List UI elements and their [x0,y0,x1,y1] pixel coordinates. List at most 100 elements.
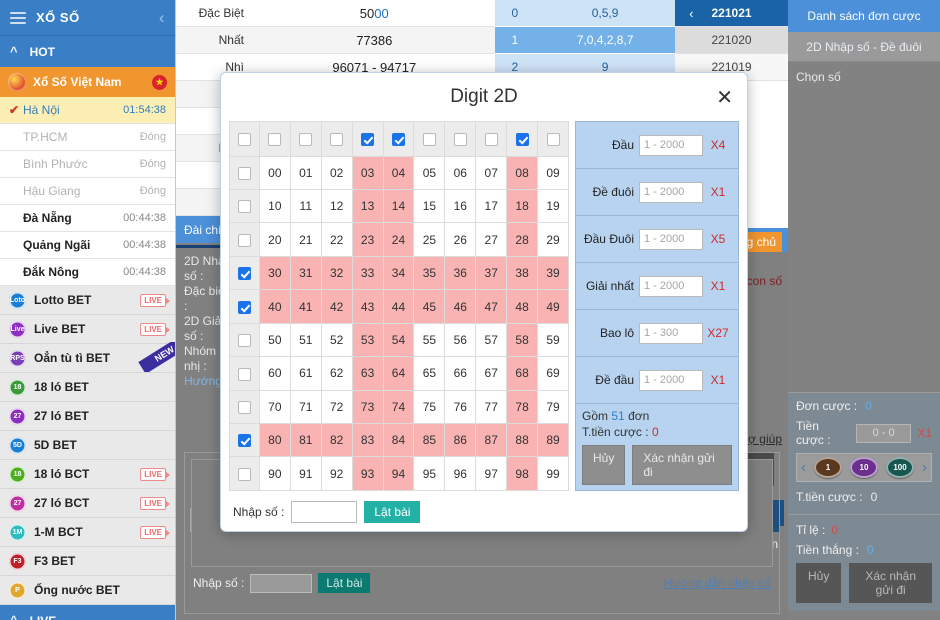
grid-cell-15[interactable]: 15 [413,188,446,224]
grid-cell-36[interactable]: 36 [444,255,477,291]
grid-column-checkbox-7[interactable] [475,121,508,157]
checkbox-icon[interactable] [237,434,251,448]
grid-cell-43[interactable]: 43 [351,289,384,324]
sidebar-bet-10[interactable]: P Ống nước BET [0,576,175,605]
grid-column-checkbox-6[interactable] [444,121,477,157]
grid-cell-93[interactable]: 93 [351,456,384,491]
grid-cell-87[interactable]: 87 [475,423,508,458]
grid-cell-07[interactable]: 07 [475,155,508,190]
sidebar-region-5[interactable]: Quảng Ngãi 00:44:38 [0,232,175,259]
grid-cell-29[interactable]: 29 [537,222,569,257]
grid-cell-41[interactable]: 41 [289,289,322,324]
grid-cell-73[interactable]: 73 [351,389,384,425]
sidebar-region-4[interactable]: Đà Nẵng 00:44:38 [0,205,175,232]
grid-cell-97[interactable]: 97 [475,456,508,491]
grid-cell-84[interactable]: 84 [382,423,415,458]
grid-cell-30[interactable]: 30 [258,255,291,291]
grid-cell-04[interactable]: 04 [382,155,415,190]
grid-cell-08[interactable]: 08 [506,155,539,190]
checkbox-icon[interactable] [237,467,251,481]
grid-column-checkbox-8[interactable] [506,121,539,157]
checkbox-icon[interactable] [422,132,436,146]
grid-row-checkbox-1[interactable] [229,188,260,224]
grid-cell-58[interactable]: 58 [506,322,539,358]
sidebar-region-0[interactable]: ✔ Hà Nội 01:54:38 [0,97,175,124]
grid-cell-65[interactable]: 65 [413,356,446,391]
checkbox-icon[interactable] [237,334,251,348]
grid-cell-94[interactable]: 94 [382,456,415,491]
grid-corner-checkbox[interactable] [229,121,260,157]
grid-cell-05[interactable]: 05 [413,155,446,190]
grid-cell-91[interactable]: 91 [289,456,322,491]
grid-column-checkbox-5[interactable] [413,121,446,157]
grid-cell-53[interactable]: 53 [351,322,384,358]
grid-cell-35[interactable]: 35 [413,255,446,291]
grid-cell-81[interactable]: 81 [289,423,322,458]
bg-lat-bai-button[interactable]: Lật bài [318,573,371,593]
grid-cell-02[interactable]: 02 [320,155,353,190]
checkbox-icon[interactable] [515,132,529,146]
grid-column-checkbox-2[interactable] [320,121,353,157]
grid-cell-23[interactable]: 23 [351,222,384,257]
close-icon[interactable]: ✕ [716,85,733,110]
grid-cell-11[interactable]: 11 [289,188,322,224]
grid-cell-62[interactable]: 62 [320,356,353,391]
sidebar-bet-3[interactable]: 18 18 ló BET [0,373,175,402]
grid-cell-74[interactable]: 74 [382,389,415,425]
chevron-left-icon[interactable]: ‹ [159,8,165,28]
sidebar-bet-7[interactable]: 27 27 ló BCT LIVE [0,489,175,518]
checkbox-icon[interactable] [237,300,251,314]
sidebar-group-vietnam-lottery[interactable]: Xổ Số Việt Nam ★ [0,67,175,97]
grid-cell-32[interactable]: 32 [320,255,353,291]
grid-cell-03[interactable]: 03 [351,155,384,190]
cancel-button[interactable]: Hủy [796,563,842,603]
bet-type-input[interactable]: 1 - 2000 [639,181,703,203]
grid-cell-45[interactable]: 45 [413,289,446,324]
grid-cell-98[interactable]: 98 [506,456,539,491]
grid-row-checkbox-7[interactable] [229,389,260,425]
grid-row-checkbox-4[interactable] [229,289,260,324]
grid-row-checkbox-2[interactable] [229,222,260,257]
grid-cell-20[interactable]: 20 [258,222,291,257]
chip-100[interactable]: 100 [886,457,914,478]
grid-cell-86[interactable]: 86 [444,423,477,458]
grid-cell-10[interactable]: 10 [258,188,291,224]
grid-row-checkbox-8[interactable] [229,423,260,458]
bet-type-input[interactable]: 1 - 300 [639,322,703,344]
grid-cell-76[interactable]: 76 [444,389,477,425]
sidebar-bet-1[interactable]: Live Live BET LIVE [0,315,175,344]
modal-lat-bai-button[interactable]: Lật bài [364,501,421,523]
grid-cell-50[interactable]: 50 [258,322,291,358]
grid-cell-13[interactable]: 13 [351,188,384,224]
grid-row-checkbox-6[interactable] [229,356,260,391]
grid-cell-34[interactable]: 34 [382,255,415,291]
grid-cell-69[interactable]: 69 [537,356,569,391]
bg-nhap-so-input[interactable] [250,573,313,593]
grid-cell-39[interactable]: 39 [537,255,569,291]
grid-cell-99[interactable]: 99 [537,456,569,491]
grid-cell-14[interactable]: 14 [382,188,415,224]
checkbox-icon[interactable] [237,233,251,247]
modal-cancel-button[interactable]: Hủy [582,445,626,485]
bg-huong-dan-link[interactable]: Hướng dẫn nhập số [664,576,771,590]
grid-cell-79[interactable]: 79 [537,389,569,425]
date-selected[interactable]: ‹ 221021 [675,0,788,27]
checkbox-icon[interactable] [484,132,498,146]
checkbox-icon[interactable] [268,132,282,146]
grid-column-checkbox-3[interactable] [351,121,384,157]
grid-cell-92[interactable]: 92 [320,456,353,491]
grid-cell-85[interactable]: 85 [413,423,446,458]
grid-column-checkbox-0[interactable] [258,121,291,157]
grid-column-checkbox-1[interactable] [289,121,322,157]
grid-cell-60[interactable]: 60 [258,356,291,391]
grid-cell-17[interactable]: 17 [475,188,508,224]
grid-cell-52[interactable]: 52 [320,322,353,358]
grid-row-checkbox-0[interactable] [229,155,260,190]
grid-cell-71[interactable]: 71 [289,389,322,425]
grid-cell-64[interactable]: 64 [382,356,415,391]
grid-cell-24[interactable]: 24 [382,222,415,257]
grid-cell-88[interactable]: 88 [506,423,539,458]
grid-cell-18[interactable]: 18 [506,188,539,224]
grid-cell-06[interactable]: 06 [444,155,477,190]
checkbox-icon[interactable] [237,132,251,146]
